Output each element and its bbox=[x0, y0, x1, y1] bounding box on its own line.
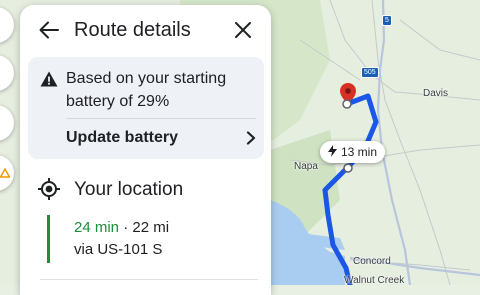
map-label-concord: Concord bbox=[353, 256, 391, 267]
warning-icon bbox=[40, 71, 58, 87]
bolt-icon bbox=[328, 144, 337, 160]
update-battery-label: Update battery bbox=[66, 129, 179, 146]
my-location-icon bbox=[38, 178, 60, 200]
route-duration: 24 min bbox=[74, 219, 120, 236]
back-button[interactable] bbox=[36, 17, 62, 43]
map-label-napa: Napa bbox=[294, 161, 318, 172]
battery-warning-card: Based on your starting battery of 29% Up… bbox=[28, 57, 264, 159]
page-title: Route details bbox=[74, 19, 191, 41]
warning-divider bbox=[66, 118, 256, 119]
route-eta-text: 13 min bbox=[341, 145, 378, 159]
route-distance: 22 mi bbox=[132, 219, 170, 236]
route-details-panel: Route details Based on your starting bat… bbox=[20, 5, 271, 295]
panel-divider bbox=[40, 279, 258, 280]
chevron-right-icon bbox=[246, 131, 256, 145]
panel-header: Route details bbox=[20, 5, 271, 53]
map-label-davis: Davis bbox=[423, 88, 449, 99]
battery-warning-text: Based on your starting battery of 29% bbox=[66, 70, 227, 110]
route-leg-line bbox=[47, 215, 50, 263]
warning-icon bbox=[0, 168, 10, 178]
route-separator: · bbox=[119, 219, 133, 236]
close-icon bbox=[235, 22, 251, 38]
highway-shield-i5: 5 bbox=[382, 15, 392, 26]
route-via-text: via US-101 S bbox=[74, 241, 163, 258]
highway-shield-i505: 505 bbox=[361, 67, 379, 78]
map-label-walnut-creek: Walnut Creek bbox=[344, 275, 405, 286]
update-battery-button[interactable]: Update battery bbox=[66, 121, 256, 155]
close-button[interactable] bbox=[230, 17, 256, 43]
origin-label[interactable]: Your location bbox=[74, 179, 183, 201]
route-leg-summary: 24 min · 22 mi bbox=[74, 219, 169, 236]
route-eta-callout[interactable]: 13 min bbox=[320, 141, 386, 163]
arrow-left-icon bbox=[39, 21, 59, 39]
